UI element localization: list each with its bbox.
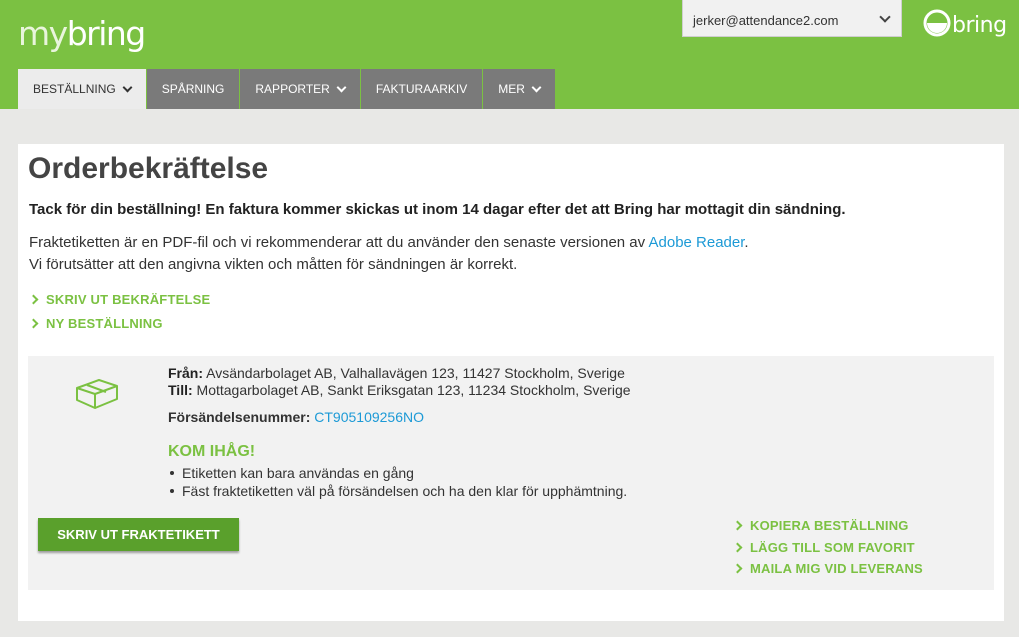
info-text: Fraktetiketten är en PDF-fil och vi reko…	[29, 232, 749, 276]
remember-heading: KOM IHÅG!	[168, 443, 256, 460]
chevron-down-icon	[879, 11, 891, 23]
to-label: Till:	[168, 382, 193, 398]
add-favorite-link[interactable]: LÄGG TILL SOM FAVORIT	[732, 540, 915, 555]
nav-label: RAPPORTER	[255, 82, 330, 96]
nav-label: MER	[498, 82, 525, 96]
nav-item-rapporter[interactable]: RAPPORTER	[240, 69, 360, 109]
adobe-reader-link[interactable]: Adobe Reader	[649, 234, 745, 251]
thank-you-message: Tack för din beställning! En faktura kom…	[29, 201, 846, 218]
nav-label: FAKTURAARKIV	[375, 82, 468, 96]
chevron-right-icon	[28, 318, 39, 329]
shipment-number-label: Försändelsenummer:	[168, 409, 311, 425]
shipment-number: Försändelsenummer: CT905109256NO	[168, 409, 424, 425]
top-header: mybring jerker@attendance2.com bring BES…	[0, 0, 1019, 109]
mybring-logo[interactable]: mybring	[18, 14, 147, 53]
chevron-down-icon	[336, 82, 347, 92]
print-confirmation-label: SKRIV UT BEKRÄFTELSE	[46, 292, 211, 307]
print-label-button[interactable]: SKRIV UT FRAKTETIKETT	[38, 518, 239, 551]
package-icon	[76, 379, 118, 409]
nav-label: BESTÄLLNING	[33, 82, 116, 96]
copy-order-link[interactable]: KOPIERA BESTÄLLNING	[732, 518, 909, 533]
info-line-1-end: .	[744, 234, 749, 251]
print-confirmation-link[interactable]: SKRIV UT BEKRÄFTELSE	[28, 292, 211, 307]
chevron-right-icon	[732, 520, 743, 531]
logo-bring-text: bring	[66, 14, 147, 53]
from-label: Från:	[168, 365, 203, 381]
nav-label: SPÅRNING	[161, 82, 225, 96]
account-dropdown[interactable]: jerker@attendance2.com	[682, 0, 902, 37]
order-confirmation-card: Orderbekräftelse Tack för din beställnin…	[18, 144, 1004, 621]
copy-order-label: KOPIERA BESTÄLLNING	[750, 518, 909, 533]
list-item: Etiketten kan bara användas en gång	[168, 464, 627, 482]
to-value: Mottagarbolaget AB, Sankt Eriksgatan 123…	[196, 382, 631, 398]
from-value: Avsändarbolaget AB, Valhallavägen 123, 1…	[206, 365, 625, 381]
info-line-1: Fraktetiketten är en PDF-fil och vi reko…	[29, 234, 646, 251]
new-order-link[interactable]: NY BESTÄLLNING	[28, 316, 163, 331]
nav-item-bestallning[interactable]: BESTÄLLNING	[18, 69, 146, 109]
bring-brand-text: bring	[952, 13, 1007, 38]
chevron-down-icon	[122, 82, 133, 92]
account-email: jerker@attendance2.com	[693, 13, 839, 28]
chevron-right-icon	[732, 563, 743, 574]
info-line-2: Vi förutsätter att den angivna vikten oc…	[29, 256, 518, 273]
email-on-delivery-label: MAILA MIG VID LEVERANS	[750, 561, 923, 576]
chevron-right-icon	[28, 294, 39, 305]
chevron-down-icon	[531, 82, 542, 92]
page-title: Orderbekräftelse	[28, 152, 269, 185]
add-favorite-label: LÄGG TILL SOM FAVORIT	[750, 540, 915, 555]
logo-my-text: my	[18, 14, 68, 53]
list-item: Fäst fraktetiketten väl på försändelsen …	[168, 482, 627, 500]
nav-item-mer[interactable]: MER	[483, 69, 555, 109]
chevron-right-icon	[732, 542, 743, 553]
nav-item-sparning[interactable]: SPÅRNING	[146, 69, 240, 109]
new-order-label: NY BESTÄLLNING	[46, 316, 163, 331]
nav-item-fakturaarkiv[interactable]: FAKTURAARKIV	[360, 69, 483, 109]
shipment-panel: Från: Avsändarbolaget AB, Valhallavägen …	[28, 356, 994, 590]
email-on-delivery-link[interactable]: MAILA MIG VID LEVERANS	[732, 561, 923, 576]
shipment-number-link[interactable]: CT905109256NO	[314, 409, 424, 425]
main-nav: BESTÄLLNING SPÅRNING RAPPORTER FAKTURAAR…	[18, 69, 556, 109]
shipment-addresses: Från: Avsändarbolaget AB, Valhallavägen …	[168, 365, 631, 399]
reminder-list: Etiketten kan bara användas en gång Fäst…	[168, 464, 627, 500]
